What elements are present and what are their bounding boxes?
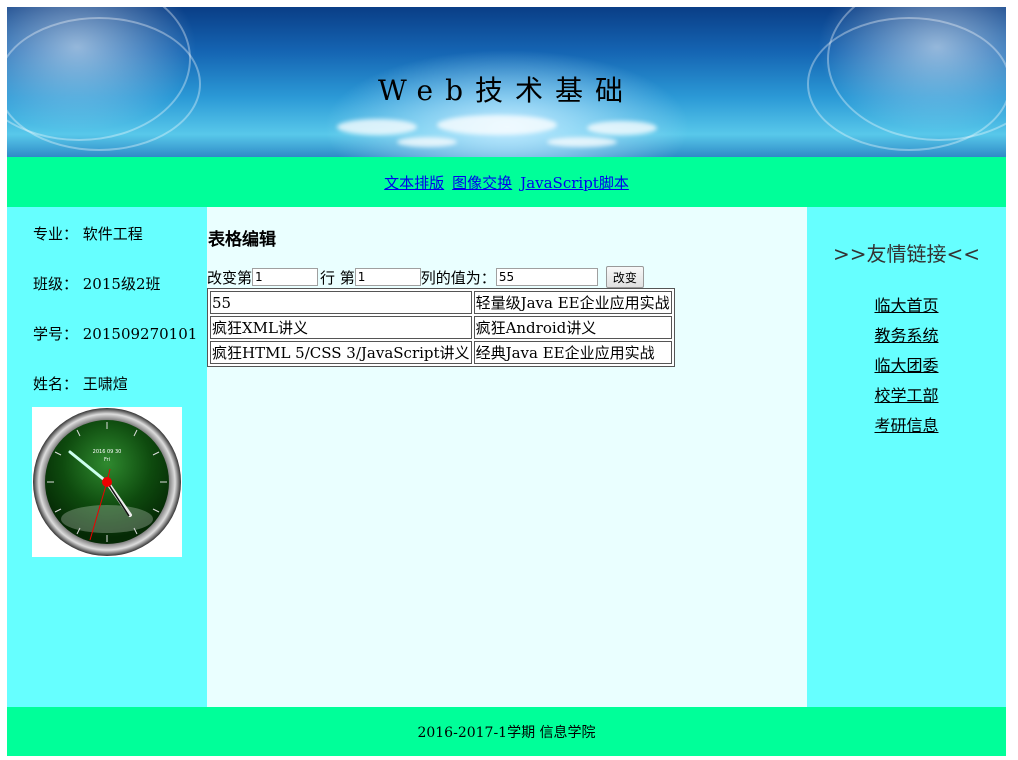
- value-input[interactable]: [495, 268, 598, 286]
- table-cell: 疯狂HTML 5/CSS 3/JavaScript讲义: [210, 341, 472, 364]
- analog-clock: 2016 09 30 Fri: [32, 407, 182, 557]
- table-row: 55 轻量级Java EE企业应用实战: [210, 291, 672, 314]
- top-nav: 文本排版 图像交换 JavaScript脚本: [7, 157, 1006, 207]
- book-table: 55 轻量级Java EE企业应用实战 疯狂XML讲义 疯狂Android讲义 …: [207, 288, 675, 367]
- nav-link-javascript[interactable]: JavaScript脚本: [520, 172, 629, 193]
- footer-text: 2016-2017-1学期 信息学院: [417, 724, 596, 741]
- friend-link-linyi-home[interactable]: 临大首页: [807, 295, 1006, 325]
- friend-link-student-affairs[interactable]: 校学工部: [807, 385, 1006, 415]
- table-cell: 疯狂Android讲义: [473, 316, 672, 339]
- edit-label-prefix: 改变第: [207, 268, 253, 287]
- row-input[interactable]: [252, 268, 319, 286]
- friend-link-academic-affairs[interactable]: 教务系统: [807, 325, 1006, 355]
- major-text: 专业： 软件工程: [33, 225, 143, 243]
- table-cell: 轻量级Java EE企业应用实战: [473, 291, 672, 314]
- column-input[interactable]: [354, 268, 421, 286]
- student-name-text: 姓名： 王啸煊: [33, 375, 128, 393]
- left-sidebar: 专业： 软件工程 班级： 2015级2班 学号： 201509270101 姓名…: [7, 207, 207, 707]
- table-cell: 疯狂XML讲义: [210, 316, 472, 339]
- table-row: 疯狂HTML 5/CSS 3/JavaScript讲义 经典Java EE企业应…: [210, 341, 672, 364]
- site-title: Web技术基础: [378, 74, 635, 107]
- class-text: 班级： 2015级2班: [33, 275, 161, 293]
- footer: 2016-2017-1学期 信息学院: [7, 707, 1006, 756]
- table-cell: 经典Java EE企业应用实战: [473, 341, 672, 364]
- friend-link-youth-league[interactable]: 临大团委: [807, 355, 1006, 385]
- clock-icon: 2016 09 30 Fri: [33, 408, 181, 556]
- friend-links-list: 临大首页 教务系统 临大团委 校学工部 考研信息: [807, 295, 1006, 445]
- table-edit-form: 改变第 行 第 列的值为： 改变: [207, 266, 644, 288]
- clock-day-text: Fri: [104, 457, 110, 463]
- clock-date-text: 2016 09 30: [93, 449, 122, 455]
- edit-label-row: 行 第: [320, 268, 355, 287]
- nav-link-text-layout[interactable]: 文本排版: [384, 172, 444, 193]
- table-row: 疯狂XML讲义 疯狂Android讲义: [210, 316, 672, 339]
- nav-link-image-swap[interactable]: 图像交换: [452, 172, 512, 193]
- header-banner: Web技术基础: [7, 7, 1006, 157]
- friend-link-postgraduate-info[interactable]: 考研信息: [807, 415, 1006, 445]
- friend-links-title: >>友情链接<<: [832, 242, 981, 266]
- table-cell: 55: [210, 291, 472, 314]
- section-heading: 表格编辑: [208, 230, 276, 250]
- edit-label-col: 列的值为：: [420, 268, 496, 287]
- main-content: 表格编辑 改变第 行 第 列的值为： 改变 55 轻量级Java EE企业应用实…: [207, 207, 807, 707]
- student-id-text: 学号： 201509270101: [33, 325, 198, 343]
- change-button[interactable]: 改变: [605, 266, 644, 288]
- right-sidebar: >>友情链接<< 临大首页 教务系统 临大团委 校学工部 考研信息: [807, 207, 1006, 707]
- page: Web技术基础 文本排版 图像交换 JavaScript脚本 专业： 软件工程 …: [7, 7, 1006, 756]
